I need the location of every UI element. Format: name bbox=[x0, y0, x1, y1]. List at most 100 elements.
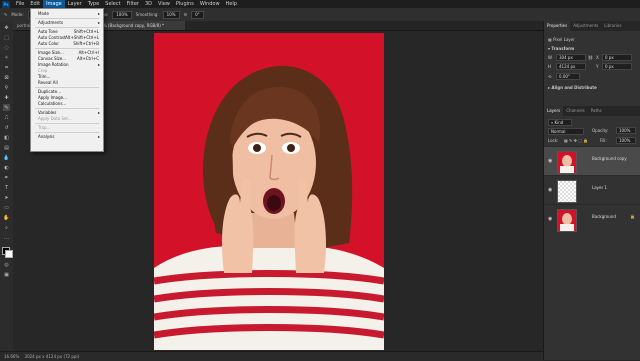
visibility-eye-icon[interactable]: ◉ bbox=[548, 158, 552, 164]
menu-3d[interactable]: 3D bbox=[142, 0, 155, 8]
image-menu-item[interactable]: Auto Color Shift+Ctrl+B bbox=[31, 41, 103, 47]
rotate-icon: ⟲ bbox=[548, 74, 552, 79]
menu-edit[interactable]: Edit bbox=[27, 0, 43, 8]
menu-view[interactable]: View bbox=[155, 0, 173, 8]
angle-input[interactable]: 0.00° bbox=[556, 73, 580, 80]
menu-filter[interactable]: Filter bbox=[124, 0, 142, 8]
layer-name[interactable]: Background copy bbox=[592, 156, 627, 161]
menu-item-label: Auto Color bbox=[38, 41, 60, 46]
marquee-tool-icon[interactable]: ⬚ bbox=[3, 34, 10, 41]
background-color-swatch[interactable] bbox=[5, 250, 13, 258]
menu-item-label: Analysis bbox=[38, 134, 55, 139]
menu-image[interactable]: Image bbox=[43, 0, 65, 8]
canvas-photo[interactable] bbox=[154, 33, 384, 350]
image-menu-item[interactable]: Adjustments ▸ bbox=[31, 20, 103, 26]
menu-file[interactable]: File bbox=[13, 0, 27, 8]
eyedropper-tool-icon[interactable]: ⚲ bbox=[3, 84, 10, 91]
menu-separator bbox=[35, 108, 99, 109]
menu-select[interactable]: Select bbox=[102, 0, 123, 8]
right-panel-dock: Properties Adjustments Libraries ▦ Pixel… bbox=[543, 21, 640, 360]
menu-separator bbox=[35, 132, 99, 133]
flow-input[interactable]: 100% bbox=[112, 10, 132, 19]
rectangle-tool-icon[interactable]: ▭ bbox=[3, 204, 10, 211]
layer-name[interactable]: Background bbox=[592, 214, 616, 219]
submenu-arrow-icon: ▸ bbox=[97, 20, 100, 25]
layer-row[interactable]: ◉ Layer 1 bbox=[544, 175, 640, 204]
layer-row[interactable]: ◉ Background copy bbox=[544, 146, 640, 175]
move-tool-icon[interactable]: ✥ bbox=[3, 24, 10, 31]
link-icon[interactable]: ⛓ bbox=[588, 55, 593, 60]
brush-tool-icon[interactable]: ✎ bbox=[4, 12, 7, 17]
align-section-title[interactable]: ▸ Align and Distribute bbox=[548, 85, 597, 90]
pixel-layer-icon: ▦ bbox=[548, 37, 552, 42]
tab-layers[interactable]: Layers bbox=[544, 106, 564, 116]
layer-opacity-input[interactable]: 100% bbox=[616, 127, 636, 134]
menu-item-label: Adjustments bbox=[38, 20, 64, 25]
quick-mask-icon[interactable]: ◎ bbox=[3, 261, 10, 268]
y-input[interactable]: 0 px bbox=[602, 63, 632, 70]
brush-tool-icon[interactable]: ✎ bbox=[3, 104, 10, 111]
type-tool-icon[interactable]: T bbox=[3, 184, 10, 191]
lasso-tool-icon[interactable]: ◌ bbox=[3, 44, 10, 51]
menu-item-label: Calculations... bbox=[38, 101, 67, 106]
visibility-eye-icon[interactable]: ◉ bbox=[548, 216, 552, 222]
fill-input[interactable]: 100% bbox=[616, 137, 636, 144]
zoom-tool-icon[interactable]: ⌕ bbox=[3, 224, 10, 231]
menu-separator bbox=[35, 27, 99, 28]
more-tools-icon[interactable]: … bbox=[3, 234, 10, 241]
tab-properties[interactable]: Properties bbox=[544, 21, 571, 31]
blur-tool-icon[interactable]: 💧 bbox=[3, 154, 10, 161]
pen-tool-icon[interactable]: ✒ bbox=[3, 174, 10, 181]
blend-mode-select[interactable]: Normal bbox=[548, 128, 584, 135]
healing-brush-tool-icon[interactable]: ✚ bbox=[3, 94, 10, 101]
tab-paths[interactable]: Paths bbox=[588, 106, 605, 116]
layer-filter-kind[interactable]: ⌕ Kind bbox=[548, 119, 572, 126]
image-menu-item[interactable]: Analysis ▸ bbox=[31, 134, 103, 140]
properties-tabs: Properties Adjustments Libraries bbox=[544, 21, 640, 31]
height-input[interactable]: 4124 px bbox=[556, 63, 586, 70]
frame-tool-icon[interactable]: ⊠ bbox=[3, 74, 10, 81]
menu-window[interactable]: Window bbox=[197, 0, 223, 8]
brush-angle-input[interactable]: 0° bbox=[191, 10, 204, 19]
crop-tool-icon[interactable]: ⌗ bbox=[3, 64, 10, 71]
menu-help[interactable]: Help bbox=[223, 0, 240, 8]
tab-adjustments[interactable]: Adjustments bbox=[570, 21, 601, 31]
lock-icons[interactable]: ▦ ✎ ✥ ⬚ 🔒 bbox=[564, 138, 588, 143]
screen-mode-icon[interactable]: ▣ bbox=[3, 271, 10, 278]
transform-section-title[interactable]: ▾ Transform bbox=[548, 46, 574, 51]
clone-stamp-tool-icon[interactable]: ⎍ bbox=[3, 114, 10, 121]
lock-icon: 🔒 bbox=[630, 214, 635, 219]
tab-libraries[interactable]: Libraries bbox=[601, 21, 624, 31]
history-brush-tool-icon[interactable]: ↺ bbox=[3, 124, 10, 131]
zoom-level[interactable]: 16.66% bbox=[4, 354, 19, 359]
image-menu-item[interactable]: Calculations... bbox=[31, 101, 103, 107]
menu-layer[interactable]: Layer bbox=[65, 0, 85, 8]
hand-tool-icon[interactable]: ✋ bbox=[3, 214, 10, 221]
document-tab-active[interactable]: ...% (Background copy, RGB/8) * bbox=[95, 21, 185, 30]
quick-select-tool-icon[interactable]: ✧ bbox=[3, 54, 10, 61]
menu-bar: Ps File Edit Image Layer Type Select Fil… bbox=[0, 0, 640, 8]
menu-type[interactable]: Type bbox=[85, 0, 102, 8]
submenu-arrow-icon: ▸ bbox=[97, 11, 100, 16]
image-menu-item[interactable]: Mode ▸ bbox=[31, 11, 103, 17]
visibility-eye-icon[interactable]: ◉ bbox=[548, 187, 552, 193]
tools-panel: ✥ ⬚ ◌ ✧ ⌗ ⊠ ⚲ ✚ ✎ ⎍ ↺ ◧ ▤ 💧 ◐ ✒ T ➤ ▭ ✋ … bbox=[0, 21, 14, 351]
menu-separator bbox=[35, 18, 99, 19]
image-menu-item[interactable]: Reveal All bbox=[31, 80, 103, 86]
smoothing-input[interactable]: 10% bbox=[162, 10, 180, 19]
path-select-tool-icon[interactable]: ➤ bbox=[3, 194, 10, 201]
tab-channels[interactable]: Channels bbox=[563, 106, 588, 116]
menu-separator bbox=[35, 87, 99, 88]
menu-item-label: Reveal All bbox=[38, 80, 58, 85]
settings-gear-icon[interactable]: ⚙ bbox=[184, 12, 188, 17]
width-input[interactable]: 304 px bbox=[556, 54, 586, 61]
layer-name[interactable]: Layer 1 bbox=[592, 185, 607, 190]
x-input[interactable]: 0 px bbox=[602, 54, 632, 61]
dodge-tool-icon[interactable]: ◐ bbox=[3, 164, 10, 171]
eraser-tool-icon[interactable]: ◧ bbox=[3, 134, 10, 141]
layer-row[interactable]: ◉ Background 🔒 bbox=[544, 204, 640, 233]
gradient-tool-icon[interactable]: ▤ bbox=[3, 144, 10, 151]
menu-plugins[interactable]: Plugins bbox=[173, 0, 197, 8]
search-icon: ⌕ bbox=[551, 120, 554, 125]
menu-item-label: Trap... bbox=[38, 125, 51, 130]
